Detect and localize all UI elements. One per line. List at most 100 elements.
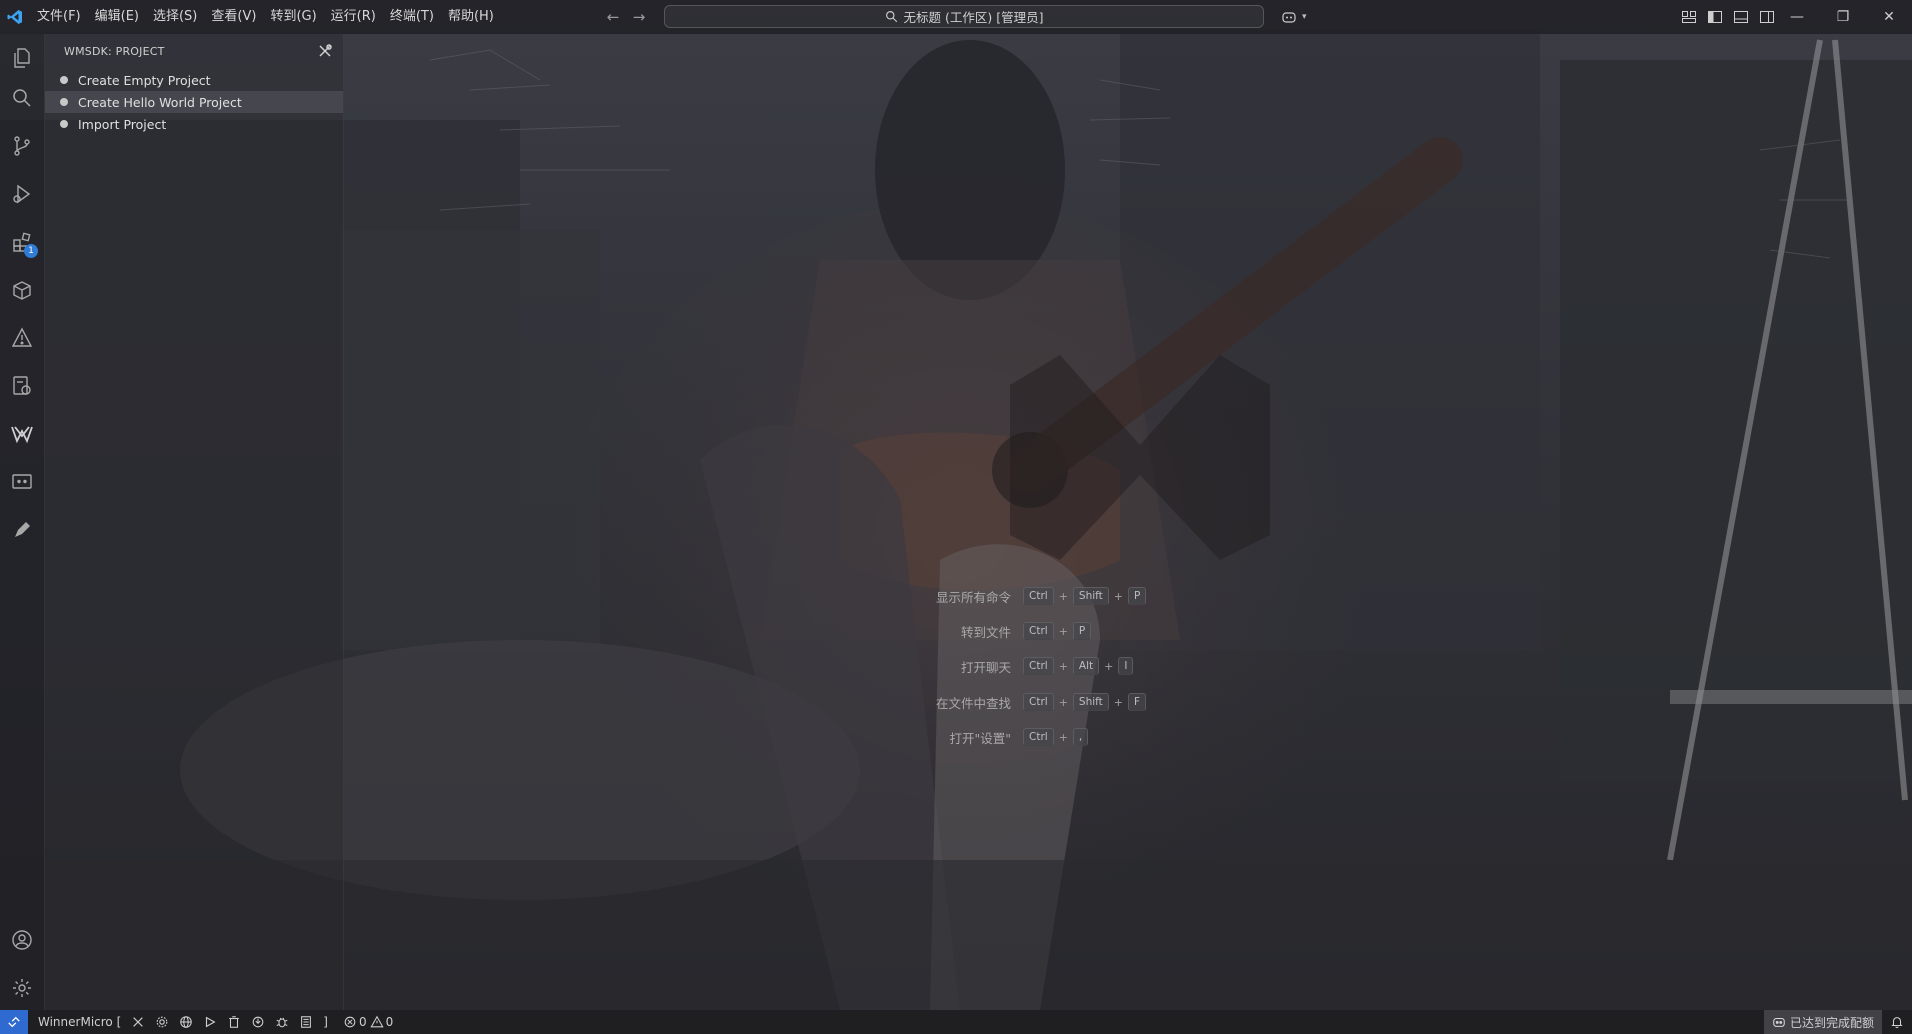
search-icon [885,11,897,23]
menuconfig-button[interactable] [174,1010,198,1034]
vscode-watermark-icon [1010,355,1270,560]
tools-icon [133,1017,144,1027]
remote-button[interactable] [0,1010,28,1034]
title-bar: 文件(F) 编辑(E) 选择(S) 查看(V) 转到(G) 运行(R) 终端(T… [0,0,1912,34]
shortcut-label: 转到文件 [960,624,1011,640]
flash-icon [252,1016,264,1028]
restore-button[interactable]: ❐ [1820,0,1866,34]
project-label: WinnerMicro [ [38,1015,122,1029]
monitor-button[interactable] [294,1010,318,1034]
key-cap: P [1072,622,1092,640]
copilot-quota-status[interactable]: 已达到完成配额 [1763,1010,1882,1034]
extensions-badge: 1 [24,244,38,258]
menu-run[interactable]: 运行(R) [324,0,383,34]
file-icon [301,1016,312,1028]
toggle-secondary-sidebar-icon[interactable] [1759,9,1775,25]
package-icon[interactable] [8,276,36,304]
explorer-icon[interactable] [8,44,36,72]
error-icon [344,1016,356,1028]
key-cap: P [1128,587,1147,605]
command-center-search[interactable]: 无标题 (工作区) [管理员] [664,5,1264,28]
key-cap: Ctrl [1023,587,1054,605]
menu-selection[interactable]: 选择(S) [146,0,204,34]
sidebar-header: WMSDK: PROJECT [45,34,343,69]
search-icon[interactable] [8,84,36,112]
menu-go[interactable]: 转到(G) [263,0,323,34]
key-cap: F [1128,693,1147,711]
project-status[interactable]: WinnerMicro [ [28,1010,126,1034]
project-item-label: Import Project [78,116,167,132]
gear-icon [156,1016,168,1028]
debug-icon [276,1017,288,1028]
settings-gear-icon[interactable] [8,974,36,1002]
menu-view[interactable]: 查看(V) [204,0,263,34]
key-cap: Ctrl [1023,728,1054,746]
menu-help[interactable]: 帮助(H) [441,0,501,34]
wmsdk-icon[interactable] [8,420,36,448]
run-debug-icon[interactable] [8,180,36,208]
arrow-right-icon[interactable]: → [630,8,648,26]
shortcut-label: 显示所有命令 [935,589,1011,605]
config-button[interactable] [150,1010,174,1034]
build-button[interactable] [198,1010,222,1034]
toggle-panel-icon[interactable] [1733,9,1749,25]
account-icon[interactable] [8,926,36,954]
bell-icon [1891,1017,1903,1028]
warning-icon [370,1015,384,1028]
monitor-icon[interactable] [8,468,36,496]
project-item-label: Create Empty Project [78,72,211,88]
key-cap: Ctrl [1023,622,1054,640]
project-item-import[interactable]: Import Project [45,113,343,135]
project-item-label: Create Hello World Project [78,94,242,110]
copilot-menu[interactable]: ▾ [1276,0,1307,34]
chevron-down-icon: ▾ [1302,12,1307,22]
notifications-button[interactable] [1882,1010,1912,1034]
arrow-left-icon[interactable]: ← [604,8,622,26]
shortcut-label: 打开聊天 [960,659,1011,675]
key-cap: Shift [1072,587,1109,605]
problems-button[interactable]: 0 0 [333,1010,398,1034]
tools-button[interactable] [126,1010,150,1034]
remote-icon [8,1016,20,1028]
copilot-icon [1282,12,1296,23]
bullet-icon [60,98,68,106]
customize-layout-icon[interactable] [1681,9,1697,25]
extensions-icon[interactable]: 1 [8,228,38,258]
tools-icon[interactable] [317,43,333,59]
debug-button[interactable] [270,1010,294,1034]
menu-edit[interactable]: 编辑(E) [88,0,146,34]
status-bar: WinnerMicro [ ] 0 0 已达到完成配额 [0,1010,1912,1034]
shortcut-label: 打开"设置" [949,730,1012,746]
remote-explorer-icon[interactable] [8,372,36,400]
vscode-logo-icon [0,0,30,34]
error-count: 0 [358,1015,367,1029]
shortcut-label: 在文件中查找 [935,695,1011,711]
menu-terminal[interactable]: 终端(T) [383,0,441,34]
toggle-primary-sidebar-icon[interactable] [1707,9,1723,25]
key-cap: Ctrl [1023,693,1054,711]
close-button[interactable]: ✕ [1866,0,1912,34]
trash-icon [229,1016,240,1028]
key-cap: Shift [1072,693,1109,711]
project-item-hello-world[interactable]: Create Hello World Project [45,91,343,113]
activity-bar: 1 [0,34,45,1010]
sidebar-title: WMSDK: PROJECT [64,45,165,58]
key-cap: I [1118,657,1134,675]
source-control-icon[interactable] [8,132,36,160]
warning-build-icon[interactable] [8,324,36,352]
copilot-icon [1773,1017,1785,1027]
quota-text: 已达到完成配额 [1789,1015,1874,1030]
warning-count: 0 [385,1015,394,1029]
minimize-button[interactable]: — [1774,0,1820,34]
menu-file[interactable]: 文件(F) [30,0,88,34]
flash-button[interactable] [246,1010,270,1034]
side-bar: WMSDK: PROJECT Create Empty Project Crea… [45,34,344,1010]
key-cap: , [1072,728,1089,746]
bracket-close: ] [323,1015,328,1029]
bullet-icon [60,120,68,128]
globe-icon [180,1016,193,1028]
clean-button[interactable] [222,1010,246,1034]
pencil-icon[interactable] [8,516,36,544]
project-item-empty[interactable]: Create Empty Project [45,69,343,91]
key-cap: Alt [1072,657,1100,675]
